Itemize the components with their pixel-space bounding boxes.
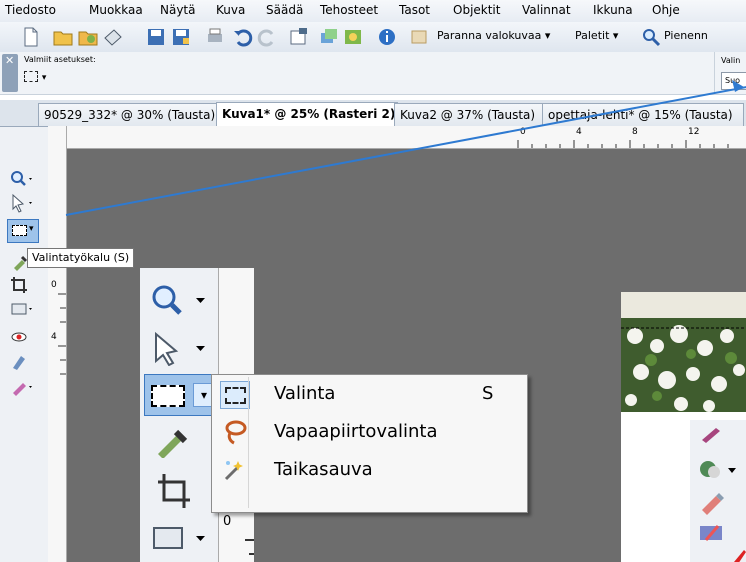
rectangle-selection-icon — [220, 381, 250, 409]
flower-photo — [621, 292, 746, 412]
menu-icon-separator — [248, 377, 249, 508]
menu-kuva[interactable]: Kuva — [216, 3, 245, 17]
menu-bar: Tiedosto Muokkaa Näytä Kuva Säädä Tehost… — [0, 0, 746, 23]
standard-toolbar: Paranna valokuvaa ▾ Paletit ▾ Pienenn — [0, 22, 746, 53]
materials-icon[interactable] — [342, 26, 364, 48]
menu-nayta[interactable]: Näytä — [160, 3, 196, 17]
magic-wand-icon — [224, 461, 243, 481]
chevron-down-icon: ▾ — [41, 73, 47, 83]
crop-tool-icon[interactable] — [9, 275, 35, 295]
menu-item-vapaapiirtovalinta[interactable]: Vapaapiirtovalinta — [212, 415, 525, 449]
menu-item-label: Valinta — [274, 383, 336, 404]
options-right-button[interactable]: Suo — [721, 72, 746, 90]
options-right-panel: Valin Suo — [714, 52, 746, 94]
close-icon[interactable]: ✕ — [5, 54, 14, 67]
makeover-icon[interactable] — [696, 520, 736, 546]
move-tool-icon[interactable] — [148, 520, 210, 556]
scratch-remover-icon[interactable] — [696, 456, 742, 482]
zoom-tool-icon[interactable] — [148, 282, 210, 318]
clone-brush-icon[interactable] — [9, 351, 35, 371]
menu-tasot[interactable]: Tasot — [399, 3, 430, 17]
browse-icon[interactable] — [77, 26, 99, 48]
move-tool-icon[interactable] — [9, 299, 35, 319]
enhance-photo-menu[interactable]: Paranna valokuvaa ▾ — [437, 29, 550, 42]
menu-tehosteet[interactable]: Tehosteet — [320, 3, 378, 17]
new-window-icon[interactable] — [288, 26, 310, 48]
brush-icon[interactable] — [696, 424, 736, 444]
ruler-label: 4 — [576, 127, 582, 137]
tab-document-3[interactable]: Kuva2 @ 37% (Tausta) — [394, 103, 546, 126]
pick-tool-icon[interactable] — [9, 193, 35, 213]
red-eye-tool-icon[interactable] — [9, 327, 35, 347]
chevron-down-icon: ▾ — [29, 224, 34, 234]
scan-icon[interactable] — [102, 26, 124, 48]
menu-objektit[interactable]: Objektit — [453, 3, 500, 17]
tab-document-1[interactable]: 90529_332* @ 30% (Tausta) — [38, 103, 220, 126]
print-icon[interactable] — [204, 26, 226, 48]
menu-item-label: Vapaapiirtovalinta — [274, 421, 438, 442]
magnifier-icon[interactable] — [640, 26, 662, 48]
palette-grip[interactable]: ✕ — [2, 54, 18, 92]
open-folder-icon[interactable] — [52, 26, 74, 48]
layers-icon[interactable] — [318, 26, 340, 48]
selection-tool-menu: Valinta S Vapaapiirtovalinta Taikasauva — [211, 374, 528, 513]
zoom-tool-icon[interactable] — [9, 169, 35, 189]
presets-label: Valmiit asetukset: — [24, 55, 96, 64]
ruler-ticks — [517, 140, 729, 148]
undo-icon[interactable] — [232, 26, 254, 48]
menu-tiedosto[interactable]: Tiedosto — [5, 3, 56, 17]
tools-palette: ▾ — [0, 127, 49, 562]
crop-tool-icon[interactable] — [152, 470, 202, 510]
menu-muokkaa[interactable]: Muokkaa — [89, 3, 143, 17]
selection-tool-button[interactable]: ▾ — [7, 219, 39, 243]
rectangle-selection-icon — [151, 385, 185, 407]
presets-dropdown[interactable]: ▾ — [24, 69, 54, 85]
save-as-icon[interactable] — [170, 26, 192, 48]
menu-item-taikasauva[interactable]: Taikasauva — [212, 453, 525, 487]
ruler-label: 8 — [632, 127, 638, 137]
selection-marquee-icon — [225, 387, 246, 404]
selection-tool-button[interactable]: ▾ — [144, 374, 216, 416]
vertical-ruler: 0 4 — [48, 126, 67, 562]
zoomed-tools-palette: ▾ — [140, 268, 218, 562]
menu-item-shortcut: S — [482, 383, 494, 404]
menu-saada[interactable]: Säädä — [266, 3, 303, 17]
red-marker-icon — [734, 550, 746, 562]
ruler-ticks — [58, 293, 66, 375]
ruler-label: 12 — [688, 127, 700, 137]
selection-preset-icon — [24, 71, 38, 82]
menu-valinnat[interactable]: Valinnat — [522, 3, 571, 17]
save-icon[interactable] — [145, 26, 167, 48]
rectangle-selection-icon — [12, 225, 27, 236]
lasso-icon — [225, 420, 247, 445]
script-icon[interactable] — [408, 26, 430, 48]
dropper-tool-icon[interactable] — [152, 418, 202, 458]
paint-brush-icon[interactable] — [9, 377, 35, 397]
menu-item-valinta[interactable]: Valinta S — [212, 377, 525, 411]
horizontal-ruler: 0 4 8 12 — [66, 126, 746, 149]
menu-ohje[interactable]: Ohje — [652, 3, 680, 17]
document-tabs: 90529_332* @ 30% (Tausta) Kuva1* @ 25% (… — [0, 100, 746, 127]
menu-ikkuna[interactable]: Ikkuna — [593, 3, 633, 17]
flower-photo-graphic — [621, 292, 746, 412]
pick-tool-icon[interactable] — [148, 330, 210, 366]
tooltip: Valintatyökalu (S) — [27, 248, 135, 268]
redo-icon[interactable] — [256, 26, 278, 48]
tab-document-2[interactable]: Kuva1* @ 25% (Rasteri 2) — [216, 102, 398, 127]
eraser-icon[interactable] — [696, 490, 736, 516]
options-right-label: Valin — [721, 56, 741, 65]
tool-options-bar — [0, 52, 746, 95]
new-file-icon[interactable] — [20, 26, 42, 48]
ruler-label: 0 — [520, 127, 526, 137]
shrink-button[interactable]: Pienenn — [664, 29, 708, 42]
palettes-menu[interactable]: Paletit ▾ — [575, 29, 618, 42]
info-icon[interactable] — [376, 26, 398, 48]
zoomed-tools-fragment — [690, 420, 746, 562]
tab-document-4[interactable]: opettaja-lehti* @ 15% (Tausta) — [542, 103, 744, 126]
menu-item-label: Taikasauva — [274, 459, 373, 480]
